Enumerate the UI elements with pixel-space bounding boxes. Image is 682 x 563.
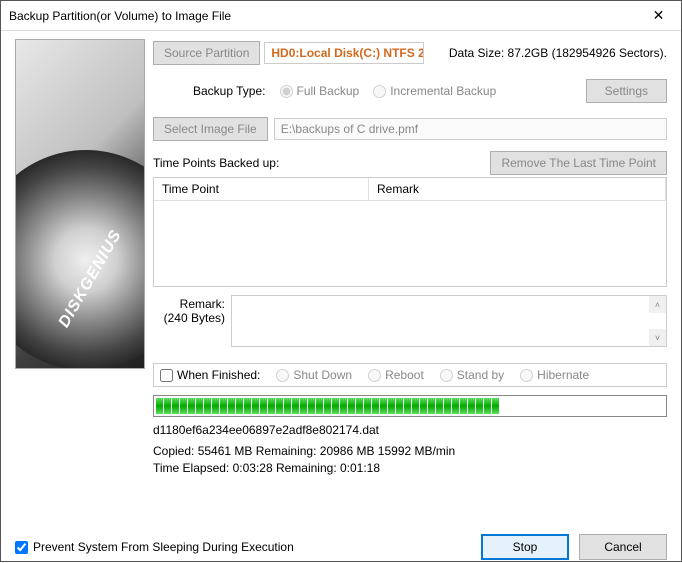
when-finished-group: When Finished: Shut Down Reboot Stand by… xyxy=(153,363,667,387)
stop-button[interactable]: Stop xyxy=(481,534,569,560)
time-points-label: Time Points Backed up: xyxy=(153,156,279,170)
current-file-label: d1180ef6a234ee06897e2adf8e802174.dat xyxy=(153,423,667,437)
reboot-radio[interactable]: Reboot xyxy=(368,368,424,382)
remark-bytes-label: (240 Bytes) xyxy=(153,311,225,325)
cancel-button[interactable]: Cancel xyxy=(579,534,667,560)
column-time-point[interactable]: Time Point xyxy=(154,178,369,200)
time-points-table: Time Point Remark xyxy=(153,177,667,287)
image-file-path: E:\backups of C drive.pmf xyxy=(274,118,667,140)
when-finished-checkbox[interactable]: When Finished: xyxy=(160,368,260,382)
settings-button[interactable]: Settings xyxy=(586,79,667,103)
close-icon[interactable]: ✕ xyxy=(636,1,681,31)
brand-image: DISKGENIUS xyxy=(15,39,145,369)
backup-type-label: Backup Type: xyxy=(193,84,266,98)
select-image-file-button[interactable]: Select Image File xyxy=(153,117,268,141)
source-partition-value: HD0:Local Disk(C:) NTFS 237. xyxy=(264,42,424,64)
remove-last-time-point-button[interactable]: Remove The Last Time Point xyxy=(490,151,667,175)
full-backup-radio[interactable]: Full Backup xyxy=(280,84,360,98)
hibernate-radio[interactable]: Hibernate xyxy=(520,368,589,382)
prevent-sleep-checkbox[interactable]: Prevent System From Sleeping During Exec… xyxy=(15,540,294,554)
data-size-label: Data Size: 87.2GB (182954926 Sectors). xyxy=(449,46,667,60)
stats-line-1: Copied: 55461 MB Remaining: 20986 MB 159… xyxy=(153,443,667,460)
scroll-up-icon[interactable]: ˄ xyxy=(649,296,666,313)
window-title: Backup Partition(or Volume) to Image Fil… xyxy=(9,9,231,23)
column-remark[interactable]: Remark xyxy=(369,178,666,200)
remark-label: Remark: xyxy=(153,295,225,311)
titlebar: Backup Partition(or Volume) to Image Fil… xyxy=(1,1,681,31)
source-partition-button[interactable]: Source Partition xyxy=(153,41,260,65)
stats-line-2: Time Elapsed: 0:03:28 Remaining: 0:01:18 xyxy=(153,460,667,477)
progress-bar xyxy=(153,395,667,417)
content-area: DISKGENIUS Source Partition HD0:Local Di… xyxy=(1,31,681,531)
remark-textarea[interactable]: ˄ ˅ xyxy=(231,295,667,347)
footer: Prevent System From Sleeping During Exec… xyxy=(1,531,681,563)
scroll-down-icon[interactable]: ˅ xyxy=(649,329,666,346)
stand-by-radio[interactable]: Stand by xyxy=(440,368,504,382)
shut-down-radio[interactable]: Shut Down xyxy=(276,368,352,382)
incremental-backup-radio[interactable]: Incremental Backup xyxy=(373,84,496,98)
